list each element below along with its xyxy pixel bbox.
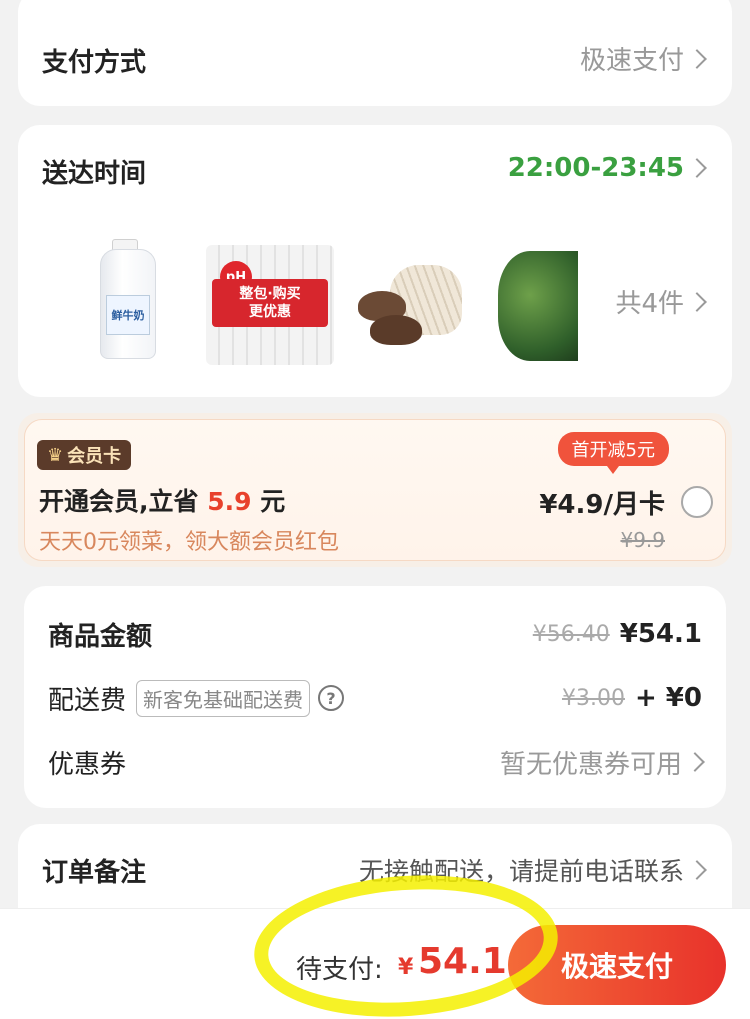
goods-amount-label: 商品金额 <box>48 621 153 652</box>
membership-title-suffix: 元 <box>260 487 286 516</box>
order-note-text: 无接触配送，请提前电话联系 <box>358 857 684 886</box>
payment-method-selector[interactable]: 极速支付 <box>579 40 707 77</box>
delivery-fee-row: 配送费 新客免基础配送费 ? ¥3.00 + ¥0 <box>48 678 702 718</box>
vip-badge: ♛ 会员卡 <box>37 440 132 470</box>
delivery-fee-current: + ¥0 <box>634 683 702 713</box>
delivery-fee-original: ¥3.00 <box>561 685 625 711</box>
price-breakdown-card: 商品金额 ¥56.40 ¥54.1 配送费 新客免基础配送费 ? ¥3.00 +… <box>24 586 726 808</box>
chevron-right-icon <box>687 291 707 312</box>
chevron-right-icon <box>685 752 705 772</box>
milk-label: 鲜牛奶 <box>106 295 150 335</box>
product-image-greens <box>496 235 578 365</box>
water-promo-band: 整包·购买 更优惠 <box>212 279 328 327</box>
greens-leaves <box>498 251 578 361</box>
order-note-label: 订单备注 <box>42 858 147 888</box>
chevron-right-icon <box>687 158 707 178</box>
coupon-row[interactable]: 优惠券 暂无优惠券可用 <box>48 742 705 782</box>
water-promo-top: 整包·购买 <box>239 286 301 302</box>
membership-original-price: ¥9.9 <box>620 528 665 552</box>
membership-price: ¥4.9/月卡 <box>539 490 665 520</box>
crown-icon: ♛ <box>47 444 64 466</box>
water-promo-bottom: 更优惠 <box>249 304 291 320</box>
payment-method-card[interactable]: 支付方式 极速支付 <box>18 0 732 106</box>
membership-subtitle: 天天0元领菜，领大额会员红包 <box>39 530 339 555</box>
to-pay-label: 待支付: <box>296 955 383 985</box>
delivery-time-value: 22:00-23:45 <box>507 153 684 183</box>
delivery-card: 送达时间 22:00-23:45 鲜牛奶 pH 整包·购买 更优惠 共4件 <box>18 125 732 397</box>
chevron-right-icon <box>687 48 707 69</box>
product-thumbnails[interactable]: 鲜牛奶 pH 整包·购买 更优惠 <box>78 235 578 375</box>
payment-method-value: 极速支付 <box>579 46 684 76</box>
mushroom-cap <box>370 315 422 345</box>
first-open-discount-tag: 首开减5元 <box>557 432 669 474</box>
product-image-milk: 鲜牛奶 <box>78 235 198 365</box>
checkout-bar: 待支付: ¥ 54.1 极速支付 <box>0 908 750 1019</box>
to-pay-amount: 54.1 <box>418 941 507 982</box>
coupon-value-text: 暂无优惠券可用 <box>499 749 682 780</box>
product-image-mushroom <box>350 235 470 365</box>
coupon-label: 优惠券 <box>48 749 127 780</box>
membership-title-prefix: 开通会员,立省 <box>39 487 199 516</box>
item-count: 共4件 <box>615 289 684 319</box>
question-icon[interactable]: ? <box>318 685 345 711</box>
delivery-fee-label: 配送费 <box>48 685 127 716</box>
vip-badge-label: 会员卡 <box>67 446 122 467</box>
item-count-link[interactable]: 共4件 <box>615 283 707 320</box>
delivery-fee-tag: 新客免基础配送费 <box>136 679 311 717</box>
goods-amount-row: 商品金额 ¥56.40 ¥54.1 <box>48 614 702 654</box>
membership-inner: ♛ 会员卡 开通会员,立省 5.9 元 天天0元领菜，领大额会员红包 首开减5元… <box>24 419 726 561</box>
membership-radio[interactable] <box>681 486 713 518</box>
delivery-time-selector[interactable]: 22:00-23:45 <box>507 153 707 183</box>
goods-original-price: ¥56.40 <box>532 621 610 647</box>
coupon-value: 暂无优惠券可用 <box>499 744 705 781</box>
to-pay-currency: ¥ <box>398 955 414 980</box>
goods-current-price: ¥54.1 <box>619 619 702 649</box>
delivery-time-label: 送达时间 <box>42 159 147 189</box>
membership-title: 开通会员,立省 5.9 元 <box>39 482 285 518</box>
membership-save-amount: 5.9 <box>207 487 252 516</box>
quick-pay-button[interactable]: 极速支付 <box>508 925 726 1005</box>
order-note-value[interactable]: 无接触配送，请提前电话联系 <box>358 852 707 888</box>
membership-card[interactable]: ♛ 会员卡 开通会员,立省 5.9 元 天天0元领菜，领大额会员红包 首开减5元… <box>18 413 732 567</box>
product-image-water: pH 整包·购买 更优惠 <box>206 235 334 365</box>
payment-method-label: 支付方式 <box>42 48 147 78</box>
chevron-right-icon <box>687 860 707 880</box>
